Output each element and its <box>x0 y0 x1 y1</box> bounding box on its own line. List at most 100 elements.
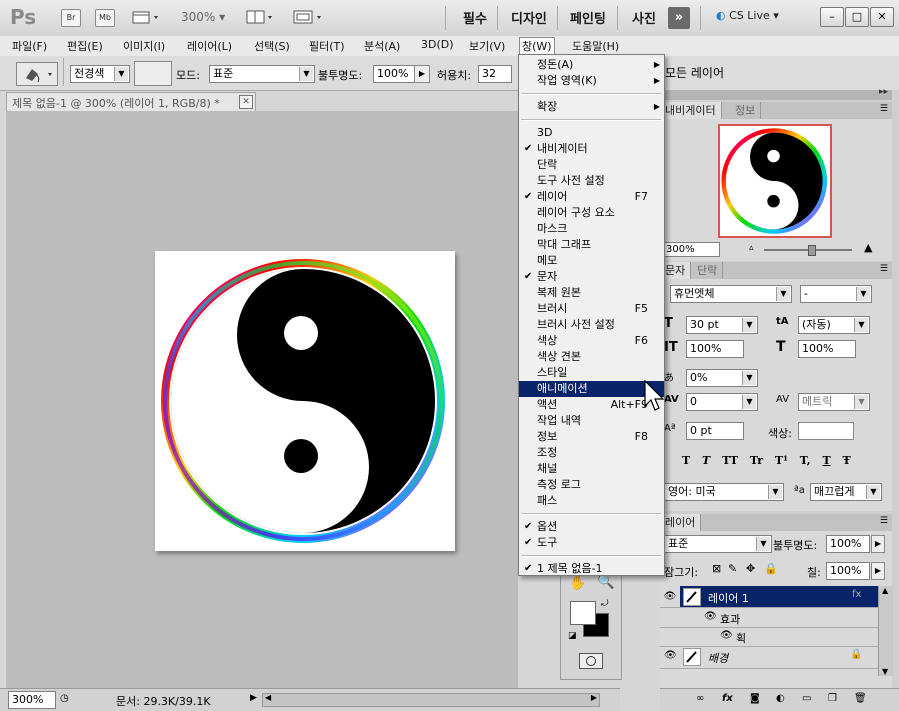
delete-layer-icon[interactable]: 🗑 <box>854 693 868 707</box>
window-menu-item[interactable]: 애니메이션 <box>519 381 664 397</box>
font-size-input[interactable]: 30 pt ▼ <box>686 316 758 334</box>
layers-scrollbar[interactable]: ▲ ▼ <box>878 586 893 676</box>
window-menu-item[interactable]: 복제 원본 <box>519 285 664 301</box>
horizontal-scrollbar[interactable]: ◀ ▶ <box>262 693 600 707</box>
window-menu-item[interactable]: 채널 <box>519 461 664 477</box>
effects-eye-icon[interactable]: 👁 <box>704 611 717 622</box>
baseline-shift-input[interactable]: 0 pt <box>686 422 744 440</box>
window-menu-item[interactable]: 확장 ▶ <box>519 99 664 115</box>
tab-paragraph[interactable]: 단락 <box>692 262 724 279</box>
window-menu-item[interactable]: 조정 <box>519 445 664 461</box>
default-colors-icon[interactable]: ◪ <box>568 631 577 641</box>
menu-image[interactable]: 이미지(I) <box>123 38 165 54</box>
window-menu-item[interactable]: 측정 로그 <box>519 477 664 493</box>
layer-row-stroke[interactable]: 👁 획 <box>660 627 878 647</box>
opacity-input[interactable]: 100% <box>373 65 417 83</box>
window-menu-item[interactable]: 작업 내역 <box>519 413 664 429</box>
layer-effects-fx-icon[interactable]: fx <box>852 589 861 600</box>
fill-source-select[interactable]: 전경색 ▼ <box>70 65 130 83</box>
tab-layers[interactable]: 레이어 <box>660 514 702 531</box>
window-menu-item[interactable]: 막대 그래프 <box>519 237 664 253</box>
new-layer-icon[interactable]: ❐ <box>828 693 842 707</box>
antialias-select[interactable]: 매끄럽게 ▼ <box>810 483 882 501</box>
add-style-fx-icon[interactable]: fx <box>722 693 736 707</box>
scroll-down-icon[interactable]: ▼ <box>882 667 888 676</box>
layer-row-effects[interactable]: 👁 효과 <box>660 608 878 628</box>
window-menu-item[interactable]: ✔ 도구 <box>519 535 664 551</box>
tolerance-input[interactable]: 32 <box>478 65 512 83</box>
window-menu-item[interactable]: ✔ 옵션 <box>519 519 664 535</box>
status-zoom-input[interactable]: 300% <box>8 691 56 709</box>
window-menu-item[interactable]: ✔ 1 제목 없음-1 <box>519 561 664 577</box>
cs-live-menu[interactable]: ◐ CS Live ▾ <box>716 9 779 22</box>
tab-info[interactable]: 정보 <box>730 102 762 119</box>
character-panel-menu-icon[interactable]: ☰ <box>880 264 888 274</box>
menu-window[interactable]: 창(W) <box>519 37 555 55</box>
status-menu-arrow-icon[interactable]: ▶ <box>250 693 257 703</box>
zoom-out-icon[interactable]: ▵ <box>749 243 754 253</box>
text-style-buttons[interactable]: T T TT Tr T¹ T, T Ŧ <box>682 454 862 467</box>
menu-analysis[interactable]: 분석(A) <box>364 38 400 54</box>
foreground-color-swatch[interactable] <box>570 601 596 625</box>
tool-preset-picker[interactable] <box>16 62 58 86</box>
window-menu-item[interactable]: 정보 F8 <box>519 429 664 445</box>
window-menu-item[interactable]: 작업 영역(K) ▶ <box>519 73 664 89</box>
close-icon[interactable]: ✕ <box>870 7 894 27</box>
layer-opacity-input[interactable]: 100% <box>826 535 870 553</box>
tracking-input[interactable]: 0 ▼ <box>686 393 758 411</box>
window-menu-item[interactable]: 3D <box>519 125 664 141</box>
arrange-documents-icon[interactable] <box>246 9 272 25</box>
window-menu-item[interactable]: ✔ 문자 <box>519 269 664 285</box>
tsume-input[interactable]: 0% ▼ <box>686 369 758 387</box>
bridge-button[interactable]: Br <box>61 9 81 27</box>
font-style-select[interactable]: - ▼ <box>800 285 872 303</box>
add-mask-icon[interactable]: ◙ <box>750 693 764 707</box>
maximize-icon[interactable]: □ <box>845 7 869 27</box>
window-menu-item[interactable]: 단락 <box>519 157 664 173</box>
workspace-painting[interactable]: 페인팅 <box>570 8 606 27</box>
window-menu-item[interactable]: ✔ 내비게이터 <box>519 141 664 157</box>
visibility-eye-icon[interactable]: 👁 <box>660 586 680 607</box>
zoom-level-display[interactable]: 300% ▾ <box>181 10 225 24</box>
lock-position-icon[interactable]: ✥ <box>746 562 755 575</box>
screen-mode-icon[interactable] <box>293 9 321 25</box>
navigator-proxy-view[interactable] <box>718 124 832 238</box>
faux-italic-button[interactable]: T <box>702 454 710 467</box>
document-tab[interactable]: 제목 없음-1 @ 300% (레이어 1, RGB/8) * ✕ <box>6 92 256 111</box>
kerning-select[interactable]: 메트릭 ▼ <box>798 393 870 411</box>
menu-filter[interactable]: 필터(T) <box>309 38 345 54</box>
tab-navigator[interactable]: 내비게이터 <box>660 102 722 119</box>
window-menu-item[interactable]: 액션 Alt+F9 <box>519 397 664 413</box>
menu-edit[interactable]: 편집(E) <box>67 38 103 54</box>
window-menu-item[interactable]: 브러시 사전 설정 <box>519 317 664 333</box>
link-layers-icon[interactable]: ∞ <box>696 693 710 707</box>
window-menu-item[interactable]: 레이어 구성 요소 <box>519 205 664 221</box>
new-group-icon[interactable]: ▭ <box>802 693 816 707</box>
layers-panel-menu-icon[interactable]: ☰ <box>880 516 888 526</box>
navigator-panel-menu-icon[interactable]: ☰ <box>880 104 888 114</box>
quick-mask-icon[interactable] <box>579 653 603 669</box>
swap-colors-icon[interactable]: ⤾ <box>601 599 609 609</box>
leading-input[interactable]: (자동) ▼ <box>798 316 870 334</box>
workspace-essentials[interactable]: 필수 <box>463 8 487 27</box>
window-menu-item[interactable]: ✔ 레이어 F7 <box>519 189 664 205</box>
minimize-icon[interactable]: – <box>820 7 844 27</box>
zoom-in-icon[interactable]: ▲ <box>864 241 872 254</box>
document-canvas[interactable] <box>155 251 455 551</box>
lock-image-icon[interactable]: ✎ <box>728 562 737 575</box>
font-family-select[interactable]: 휴먼엣체 ▼ <box>670 285 792 303</box>
window-menu-item[interactable]: 도구 사전 설정 <box>519 173 664 189</box>
window-menu-item[interactable]: 색상 견본 <box>519 349 664 365</box>
fill-arrow-icon[interactable]: ▶ <box>871 562 885 580</box>
superscript-button[interactable]: T¹ <box>775 454 788 467</box>
menu-select[interactable]: 선택(S) <box>254 38 290 54</box>
layer-opacity-arrow-icon[interactable]: ▶ <box>871 535 885 553</box>
mode-select[interactable]: 표준 ▼ <box>209 65 315 83</box>
background-eye-icon[interactable]: 👁 <box>664 650 677 661</box>
more-workspaces-chevron-icon[interactable]: » <box>668 7 690 29</box>
menu-3d[interactable]: 3D(D) <box>421 38 454 51</box>
lock-all-icon[interactable]: 🔒 <box>764 562 778 575</box>
window-menu-item[interactable]: 메모 <box>519 253 664 269</box>
pattern-picker[interactable] <box>134 61 172 86</box>
underline-button[interactable]: T <box>822 454 830 467</box>
